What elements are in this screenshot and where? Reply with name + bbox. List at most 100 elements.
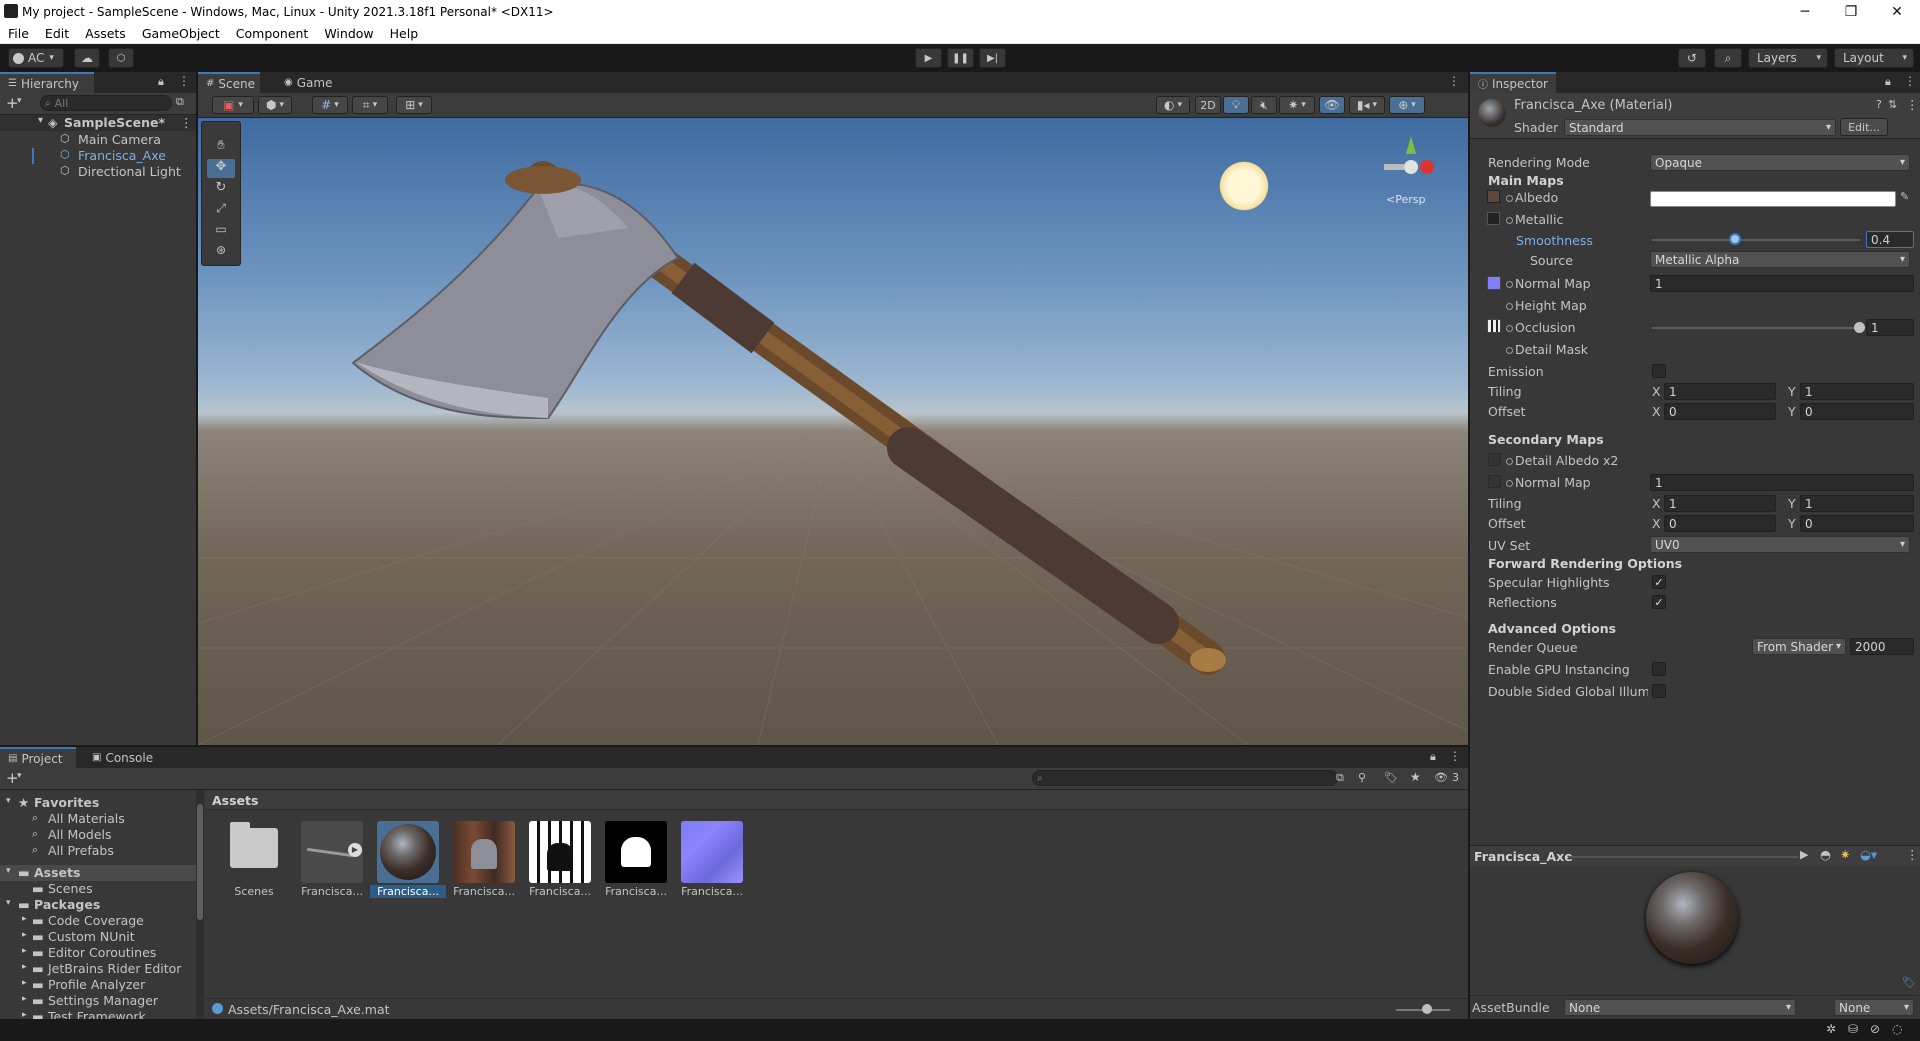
menu-file[interactable]: File bbox=[0, 26, 37, 41]
occlusion-texture-thumb[interactable] bbox=[605, 821, 667, 883]
pause-button[interactable]: ❚❚ bbox=[947, 48, 974, 68]
expand-arrow-icon[interactable]: ▾ bbox=[6, 796, 11, 806]
source-dropdown[interactable]: Metallic Alpha bbox=[1650, 251, 1910, 268]
expand-arrow-icon[interactable]: ▸ bbox=[22, 978, 27, 988]
hand-tool-icon[interactable]: ✋︎ bbox=[207, 138, 235, 157]
layers-dropdown[interactable]: Layers ▾ bbox=[1748, 48, 1828, 68]
asset-label[interactable]: Scenes bbox=[216, 885, 292, 898]
favorite-item[interactable]: All Prefabs bbox=[48, 843, 114, 858]
detail-normal-scale-input[interactable]: 1 bbox=[1650, 474, 1914, 491]
project-search-input[interactable]: ⌕ bbox=[1032, 770, 1338, 786]
detail-normal-map-label[interactable]: Normal Map bbox=[1506, 475, 1591, 490]
rendering-mode-dropdown[interactable]: Opaque bbox=[1650, 154, 1910, 171]
more-icon[interactable]: ⋮ bbox=[180, 115, 193, 130]
chevron-down-icon[interactable]: ▾ bbox=[17, 771, 22, 781]
shader-dropdown[interactable]: Standard bbox=[1564, 119, 1836, 136]
package-item[interactable]: Code Coverage bbox=[48, 913, 144, 928]
search-filter-icon[interactable]: ⧉ bbox=[1336, 771, 1344, 785]
account-dropdown[interactable]: AC ▾ bbox=[8, 48, 64, 68]
help-icon[interactable]: ? bbox=[1876, 98, 1882, 111]
hierarchy-item-selected[interactable]: ⬡ Francisca_Axe bbox=[0, 148, 196, 164]
package-item[interactable]: Test Framework bbox=[48, 1009, 146, 1019]
assets-folder-row[interactable]: ▾ ▬ Assets bbox=[0, 865, 196, 881]
scene-row[interactable]: ▾ ◈ SampleScene* ⋮ bbox=[0, 115, 196, 131]
package-item[interactable]: Profile Analyzer bbox=[48, 977, 145, 992]
expand-arrow-icon[interactable]: ▾ bbox=[6, 866, 11, 876]
label-filter-icon[interactable]: 🏷︎ bbox=[1384, 771, 1398, 784]
preview-background-icon[interactable]: ◒▾ bbox=[1860, 847, 1877, 862]
tiling-y-input[interactable]: 1 bbox=[1800, 383, 1914, 400]
detail-albedo-label[interactable]: Detail Albedo x2 bbox=[1506, 453, 1618, 468]
tab-inspector[interactable]: ⓘ Inspector bbox=[1470, 72, 1556, 93]
collab-button[interactable]: ⬡ bbox=[108, 48, 134, 68]
rotate-tool-icon[interactable]: ↻ bbox=[207, 180, 235, 199]
smoothness-slider-track[interactable] bbox=[1652, 239, 1860, 241]
lock-icon[interactable]: 🔒︎ bbox=[1885, 75, 1891, 89]
tab-hierarchy[interactable]: ☰ Hierarchy bbox=[0, 72, 94, 93]
occlusion-texture-slot[interactable] bbox=[1487, 319, 1501, 333]
gizmos-dropdown[interactable]: ⊕ ▾ bbox=[1389, 96, 1425, 114]
expand-arrow-icon[interactable]: ▸ bbox=[22, 962, 27, 972]
persp-label[interactable]: <Persp bbox=[1386, 193, 1425, 206]
play-icon[interactable]: ▶ bbox=[1800, 848, 1808, 861]
expand-arrow-icon[interactable]: ▸ bbox=[22, 930, 27, 940]
preview-shape-icon[interactable]: ◓ bbox=[1820, 847, 1831, 862]
metallic-texture-thumb[interactable] bbox=[529, 821, 591, 883]
expand-arrow-icon[interactable]: ▸ bbox=[22, 914, 27, 924]
offset-y-input[interactable]: 0 bbox=[1800, 403, 1914, 420]
align-dropdown[interactable]: ⊞ ▾ bbox=[396, 96, 432, 114]
metallic-texture-slot[interactable] bbox=[1487, 212, 1500, 225]
preview-area[interactable]: 🏷︎ bbox=[1470, 866, 1920, 995]
normal-map-texture-thumb[interactable] bbox=[681, 821, 743, 883]
minimize-button[interactable]: ─ bbox=[1782, 0, 1828, 23]
close-button[interactable]: ✕ bbox=[1874, 0, 1920, 23]
tiling-x-input[interactable]: 1 bbox=[1664, 383, 1776, 400]
cache-icon[interactable]: ⛁ bbox=[1848, 1022, 1858, 1036]
menu-component[interactable]: Component bbox=[228, 26, 317, 41]
more-icon[interactable]: ⋮ bbox=[1906, 847, 1919, 862]
hidden-packages-icon[interactable]: 👁︎ bbox=[1434, 771, 1448, 784]
scene-viewport[interactable]: <Persp bbox=[198, 118, 1468, 745]
model-asset-thumb[interactable]: ▶ bbox=[301, 821, 363, 883]
package-item[interactable]: Custom NUnit bbox=[48, 929, 135, 944]
chevron-down-icon[interactable]: ▾ bbox=[17, 96, 22, 106]
more-icon[interactable]: ⋮ bbox=[1448, 74, 1460, 88]
play-icon[interactable]: ▶ bbox=[348, 843, 362, 857]
draw-mode-dropdown[interactable]: ▣ ▾ bbox=[212, 96, 254, 114]
albedo-texture-slot[interactable] bbox=[1487, 190, 1500, 203]
scale-tool-icon[interactable]: ⤢ bbox=[207, 201, 235, 220]
menu-window[interactable]: Window bbox=[316, 26, 381, 41]
asset-label[interactable]: Francisca... bbox=[446, 885, 522, 898]
filter-icon[interactable]: ⧉ bbox=[176, 95, 184, 109]
package-item[interactable]: Settings Manager bbox=[48, 993, 158, 1008]
asset-label[interactable]: Francisca... bbox=[522, 885, 598, 898]
more-icon[interactable]: ⋮ bbox=[1906, 97, 1919, 112]
thumbnail-size-handle[interactable] bbox=[1422, 1004, 1432, 1014]
render-queue-dropdown[interactable]: From Shader bbox=[1752, 638, 1846, 655]
asset-label[interactable]: Francisca... bbox=[674, 885, 750, 898]
rect-tool-icon[interactable]: ▭ bbox=[207, 222, 235, 241]
albedo-color-field[interactable] bbox=[1650, 191, 1896, 207]
label-tag-icon[interactable]: 🏷︎ bbox=[1902, 976, 1916, 989]
occlusion-slider-track[interactable] bbox=[1652, 327, 1860, 329]
scenes-folder-thumb[interactable] bbox=[230, 828, 278, 868]
more-icon[interactable]: ⋮ bbox=[1449, 749, 1461, 763]
tiling2-x-input[interactable]: 1 bbox=[1664, 495, 1776, 512]
camera-settings-dropdown[interactable]: ▮◂ ▾ bbox=[1349, 96, 1385, 114]
double-sided-gi-checkbox[interactable] bbox=[1652, 684, 1666, 698]
history-button[interactable]: ↺ bbox=[1678, 48, 1706, 68]
eyedropper-icon[interactable]: ✎ bbox=[1900, 190, 1909, 203]
folder-item[interactable]: Scenes bbox=[48, 881, 93, 896]
assetbundle-variant-dropdown[interactable]: None bbox=[1834, 999, 1914, 1016]
metallic-label[interactable]: Metallic bbox=[1506, 212, 1563, 227]
lighting-toggle[interactable]: 💡︎ bbox=[1223, 96, 1249, 114]
expand-arrow-icon[interactable]: ▾ bbox=[38, 115, 43, 126]
expand-arrow-icon[interactable]: ▸ bbox=[22, 994, 27, 1004]
emission-checkbox[interactable] bbox=[1652, 364, 1666, 378]
tree-scrollbar[interactable] bbox=[196, 790, 204, 1019]
asset-label-selected[interactable]: Francisca... bbox=[370, 885, 446, 898]
effects-dropdown[interactable]: ✷ ▾ bbox=[1279, 96, 1315, 114]
expand-arrow-icon[interactable]: ▸ bbox=[22, 1010, 27, 1019]
scene-orientation-gizmo[interactable]: <Persp bbox=[1378, 128, 1448, 218]
offset2-y-input[interactable]: 0 bbox=[1800, 515, 1914, 532]
